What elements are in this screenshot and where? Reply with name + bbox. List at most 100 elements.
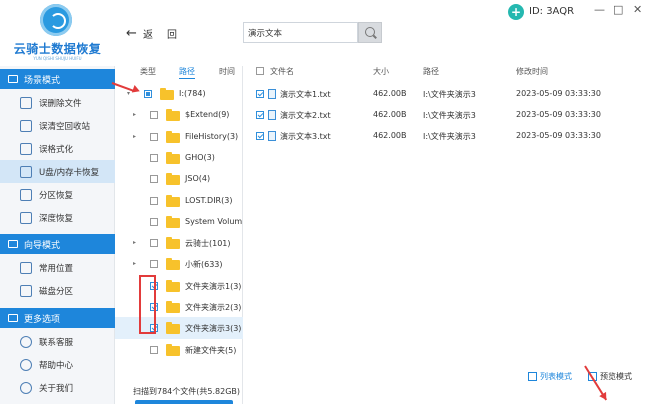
nav-recycle-bin[interactable]: 误清空回收站 — [0, 114, 115, 137]
section-more-options[interactable]: 更多选项 — [0, 308, 115, 328]
tree-row[interactable]: 新建文件夹(5) — [115, 339, 243, 361]
tree-checkbox[interactable] — [150, 239, 158, 248]
monitor-icon — [8, 240, 18, 248]
app-name: 云骑士数据恢复 — [13, 42, 102, 56]
section-wizard-mode[interactable]: 向导模式 — [0, 234, 115, 254]
txt-file-icon — [268, 89, 276, 99]
file-modified: 2023-05-09 03:33:30 — [516, 110, 601, 119]
back-button[interactable]: 返 — [143, 26, 153, 41]
nav-label: 深度恢复 — [39, 213, 74, 224]
minimize-icon[interactable]: — — [594, 3, 605, 16]
tree-checkbox[interactable] — [150, 260, 158, 269]
txt-file-icon — [268, 110, 276, 120]
nav-usb-recovery[interactable]: U盘/内存卡恢复 — [0, 160, 115, 183]
file-row[interactable]: 演示文本1.txt 462.00B I:\文件夹演示3 2023-05-09 0… — [243, 83, 650, 104]
search-input[interactable] — [243, 22, 358, 43]
home-button[interactable]: 回 — [167, 26, 177, 41]
tree-checkbox[interactable] — [150, 132, 158, 141]
tab-type[interactable]: 类型 — [140, 66, 156, 77]
tree-checkbox[interactable] — [150, 175, 158, 184]
nav-about-us[interactable]: 关于我们 — [0, 376, 115, 399]
tree-checkbox[interactable] — [144, 90, 152, 98]
tree-label: 小新(633) — [185, 260, 223, 270]
nav-label: 常用位置 — [39, 263, 74, 274]
row-checkbox[interactable] — [256, 111, 264, 119]
close-icon[interactable]: ✕ — [633, 3, 642, 16]
back-arrow-icon[interactable]: ← — [126, 26, 137, 41]
header-modified[interactable]: 修改时间 — [516, 66, 548, 77]
tree-label: JSO(4) — [185, 174, 211, 184]
nav-deleted-files[interactable]: 误删除文件 — [0, 91, 115, 114]
app-subtitle: YUN QISHI SHUJU HUIFU — [33, 56, 82, 61]
header-size[interactable]: 大小 — [373, 66, 389, 77]
folder-icon — [166, 130, 180, 143]
tab-path[interactable]: 路径 — [179, 66, 195, 79]
expand-icon[interactable]: ▸ — [133, 133, 136, 140]
tree-checkbox[interactable] — [150, 153, 158, 162]
tree-row[interactable]: ▸ 云骑士(101) — [115, 232, 243, 254]
folder-icon — [166, 322, 180, 335]
section-scenario-mode[interactable]: 场景模式 — [0, 69, 115, 89]
row-checkbox[interactable] — [256, 132, 264, 140]
row-checkbox[interactable] — [256, 90, 264, 98]
sidebar: 云骑士数据恢复 YUN QISHI SHUJU HUIFU 场景模式 误删除文件… — [0, 0, 115, 404]
tree-row[interactable]: ▸ FileHistory(3) — [115, 126, 243, 148]
tree-row[interactable]: System Volum... — [115, 211, 250, 233]
recycle-bin-icon — [20, 119, 32, 132]
collapse-icon[interactable]: ▾ — [127, 90, 130, 97]
recover-button[interactable] — [135, 400, 233, 404]
nav-label: 磁盘分区 — [39, 286, 74, 297]
nav-contact-support[interactable]: 联系客服 — [0, 330, 115, 353]
search-button[interactable] — [358, 22, 382, 43]
maximize-icon[interactable]: □ — [613, 3, 623, 16]
nav-label: 误删除文件 — [39, 98, 82, 109]
tree-row[interactable]: ▸ 小新(633) — [115, 253, 243, 275]
nav-common-locations[interactable]: 常用位置 — [0, 256, 115, 279]
file-path: I:\文件夹演示3 — [423, 132, 476, 141]
folder-icon — [166, 343, 180, 356]
tree-label: FileHistory(3) — [185, 131, 239, 141]
nav-format[interactable]: 误格式化 — [0, 137, 115, 160]
list-mode-button[interactable]: 列表模式 — [528, 371, 572, 382]
nav-label: 联系客服 — [39, 337, 74, 348]
tree-row[interactable]: 文件夹演示1(3) — [115, 275, 243, 297]
file-row[interactable]: 演示文本3.txt 462.00B I:\文件夹演示3 2023-05-09 0… — [243, 125, 650, 146]
file-size: 462.00B — [373, 110, 407, 119]
preview-mode-label: 预览模式 — [600, 372, 632, 381]
expand-icon[interactable]: ▸ — [133, 111, 136, 118]
tree-checkbox[interactable] — [150, 196, 158, 205]
tree-checkbox[interactable] — [150, 217, 158, 226]
header-path[interactable]: 路径 — [423, 66, 439, 77]
tree-row[interactable]: GHO(3) — [115, 147, 243, 169]
nav-partition-recovery[interactable]: 分区恢复 — [0, 183, 115, 206]
file-row[interactable]: 演示文本2.txt 462.00B I:\文件夹演示3 2023-05-09 0… — [243, 104, 650, 125]
folder-icon — [166, 279, 180, 292]
folder-icon — [166, 194, 180, 207]
tree-row[interactable]: 文件夹演示3(3) — [115, 317, 243, 340]
section-title: 向导模式 — [24, 240, 61, 251]
tree-row[interactable]: ▸ $Extend(9) — [115, 104, 243, 126]
format-icon — [20, 142, 32, 155]
expand-icon[interactable]: ▸ — [133, 239, 136, 246]
nav-label: 误清空回收站 — [39, 121, 91, 132]
nav-label: U盘/内存卡恢复 — [39, 167, 100, 178]
tab-time[interactable]: 时间 — [219, 66, 235, 77]
list-mode-label: 列表模式 — [540, 372, 572, 381]
nav-deep-recovery[interactable]: 深度恢复 — [0, 206, 115, 229]
select-all-checkbox[interactable] — [256, 67, 264, 75]
tree-row[interactable]: JSO(4) — [115, 168, 243, 190]
nav-disk-partition[interactable]: 磁盘分区 — [0, 279, 115, 302]
scan-summary: 扫描到784个文件(共5.82GB) — [133, 387, 241, 396]
disk-icon — [20, 284, 32, 297]
nav-label: 误格式化 — [39, 144, 74, 155]
expand-icon[interactable]: ▸ — [133, 260, 136, 267]
header-name[interactable]: 文件名 — [270, 66, 294, 77]
nav-help-center[interactable]: 帮助中心 — [0, 353, 115, 376]
tree-row[interactable]: LOST.DIR(3) — [115, 190, 243, 212]
app-logo: 云骑士数据恢复 YUN QISHI SHUJU HUIFU — [0, 0, 115, 66]
vip-badge-icon[interactable] — [508, 4, 524, 20]
file-modified: 2023-05-09 03:33:30 — [516, 89, 601, 98]
tree-checkbox[interactable] — [150, 345, 158, 354]
tree-row[interactable]: 文件夹演示2(3) — [115, 296, 243, 318]
tree-checkbox[interactable] — [150, 111, 158, 120]
